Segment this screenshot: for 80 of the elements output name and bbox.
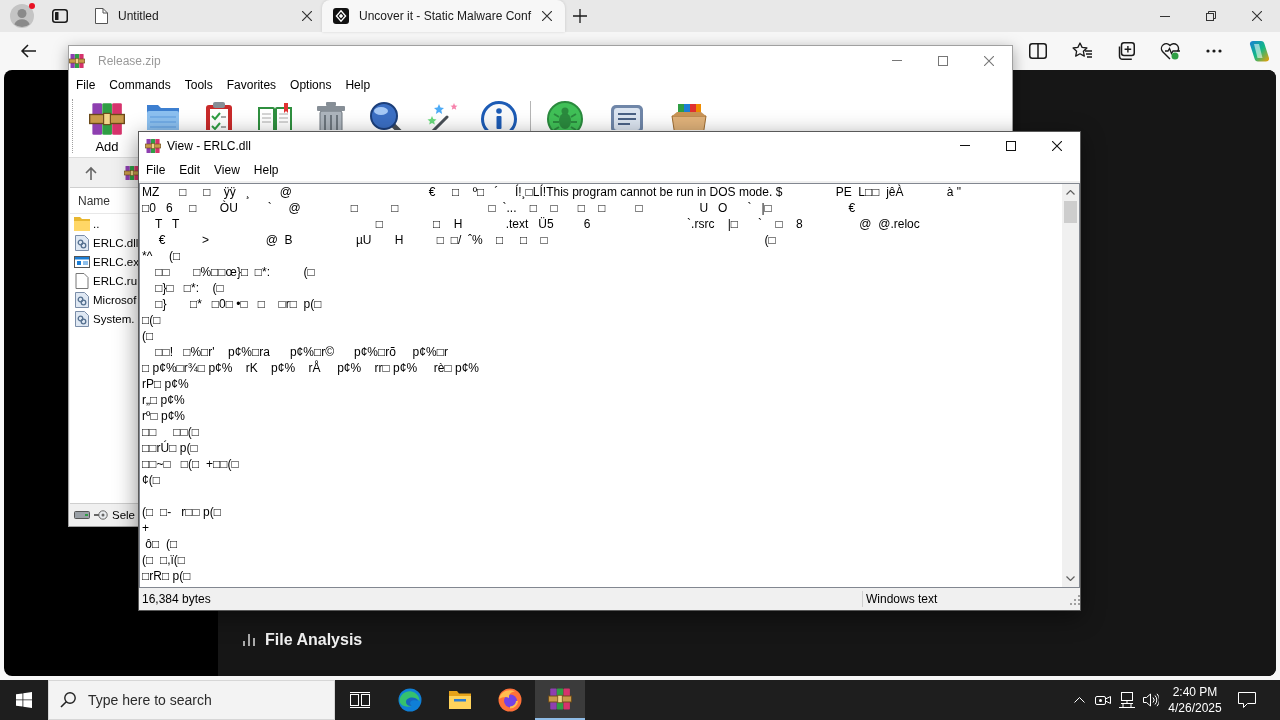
- size-grip-icon: [1069, 593, 1080, 605]
- menu-item[interactable]: Help: [338, 78, 378, 92]
- plus-icon[interactable]: [573, 9, 587, 23]
- menu-item[interactable]: File: [69, 78, 103, 92]
- maximize-icon[interactable]: [1006, 140, 1016, 151]
- bar-chart-icon: [243, 634, 255, 646]
- browser-tab[interactable]: Untitled: [85, 0, 320, 32]
- status-text: 16,384 bytes: [142, 592, 211, 606]
- avatar-icon[interactable]: [10, 4, 34, 28]
- section-title: File Analysis: [265, 631, 363, 649]
- more-icon[interactable]: [1206, 49, 1222, 53]
- menu-item[interactable]: Favorites: [219, 78, 284, 92]
- restore-icon[interactable]: [1206, 11, 1216, 21]
- search-icon: [60, 692, 76, 708]
- document-icon: [74, 272, 90, 289]
- close-icon[interactable]: [1252, 11, 1262, 21]
- menu-item[interactable]: Options: [283, 78, 339, 92]
- wave-logo-icon[interactable]: [398, 688, 422, 712]
- volume-icon[interactable]: [1143, 693, 1159, 707]
- menu-item[interactable]: File: [139, 163, 173, 177]
- chevron-down-icon[interactable]: [1066, 576, 1075, 581]
- clock-date: 4/26/2025: [1168, 700, 1222, 716]
- info-icon[interactable]: [481, 101, 517, 130]
- file-name[interactable]: ..: [93, 217, 100, 230]
- notification-icon[interactable]: [1238, 692, 1256, 708]
- folder-icon: [74, 216, 90, 231]
- menu-item[interactable]: Edit: [172, 163, 208, 177]
- heart-pulse-icon[interactable]: [1160, 42, 1180, 60]
- file-name[interactable]: ERLC.dll: [93, 236, 139, 249]
- file-content-text: MZ □ □ ÿÿ ¸ @ € □ º□ ´ Í!¸□LÍ!This program cannot be run in DOS mode. $ PE L□□ jêÀ à " □0 6 □ ÒU ` @ □ □ □ `... □ □ □ □ □ U O ` |□ € T T □ □ H .text Ü5 6 `.rsrc |□ ` □ 8 @ @.reloc € > @ B µU H □ □/ ˆ% □ □ □ (□ *^ (□ □□ □%□□œ}□ □*: (□ □}□ □*: (□ □} □* □0□ •□ □ □r□ p(□ □(□ (□ □□! □%□r' p¢%□ra p¢%□r© p¢%□rõ p¢%□r □ p¢%□r¾□ p¢% rK p¢% rÅ p¢% rr□ p¢% rè□ p¢% rP□ p¢% r„□ p¢% rº□ p¢% □□ □□(□ □□rÚ□ p(□ □□~□ □(□ +□□(□ ¢(□ (□ □- r□□ p(□ + ô□ (□ (□ □,ï(□ □rR□ p(□: [142, 184, 962, 584]
- menu-item[interactable]: Help: [246, 163, 286, 177]
- close-icon[interactable]: [302, 11, 312, 21]
- split-screen-icon[interactable]: [1029, 43, 1047, 59]
- archive-icon: [69, 52, 85, 69]
- document-icon: [95, 8, 108, 24]
- open-book-icon[interactable]: [257, 101, 293, 130]
- minimize-icon[interactable]: [1160, 15, 1170, 17]
- drive-icon: [74, 511, 90, 519]
- window-icon: [74, 255, 90, 268]
- file-name[interactable]: System.: [93, 312, 135, 325]
- close-icon[interactable]: [1052, 140, 1062, 151]
- menu-item[interactable]: Commands: [102, 78, 178, 92]
- badge-dot-icon: [29, 3, 35, 9]
- column-header[interactable]: Name: [78, 193, 110, 208]
- key-icon: [94, 509, 108, 521]
- status-text: Windows text: [866, 592, 938, 606]
- document-link-icon: [74, 234, 90, 251]
- task-view-icon[interactable]: [350, 692, 370, 708]
- window-title: Release.zip: [98, 53, 162, 68]
- folder-icon[interactable]: [448, 690, 472, 710]
- window-title: View - ERLC.dll: [167, 138, 252, 153]
- vertical-scrollbar[interactable]: [1062, 184, 1079, 587]
- file-name[interactable]: ERLC.ru: [93, 274, 138, 287]
- diamond-logo-icon: [333, 8, 349, 24]
- camera-icon[interactable]: [1095, 693, 1111, 707]
- close-icon[interactable]: [542, 11, 552, 21]
- menu-item[interactable]: Tools: [177, 78, 220, 92]
- menu-item[interactable]: View: [207, 163, 247, 177]
- file-name[interactable]: ERLC.ex: [93, 255, 140, 268]
- toolbar-button[interactable]: Add: [79, 95, 135, 157]
- back-arrow-icon[interactable]: [20, 44, 36, 58]
- document-link-icon: [74, 291, 90, 308]
- up-arrow-icon[interactable]: [85, 165, 97, 180]
- books-belt-icon: [89, 101, 125, 137]
- document-link-icon: [74, 310, 90, 327]
- file-name[interactable]: Microsof: [93, 293, 137, 306]
- panel-icon[interactable]: [52, 8, 68, 24]
- archive-icon: [145, 137, 161, 154]
- clock-time: 2:40 PM: [1172, 684, 1218, 700]
- favorites-icon[interactable]: [1072, 42, 1092, 60]
- books-archive-icon[interactable]: [548, 687, 572, 711]
- network-icon[interactable]: [1119, 692, 1135, 708]
- browser-tab[interactable]: Uncover it - Static Malware Conf: [322, 0, 565, 32]
- scroll-thumb[interactable]: [1064, 201, 1077, 223]
- status-text: Sele: [112, 509, 136, 521]
- collections-icon[interactable]: [1117, 42, 1135, 60]
- gradient-logo-icon[interactable]: [1247, 40, 1269, 62]
- fox-globe-icon[interactable]: [498, 688, 522, 712]
- search-field[interactable]: Type here to search: [48, 680, 335, 720]
- start-icon[interactable]: [16, 692, 32, 708]
